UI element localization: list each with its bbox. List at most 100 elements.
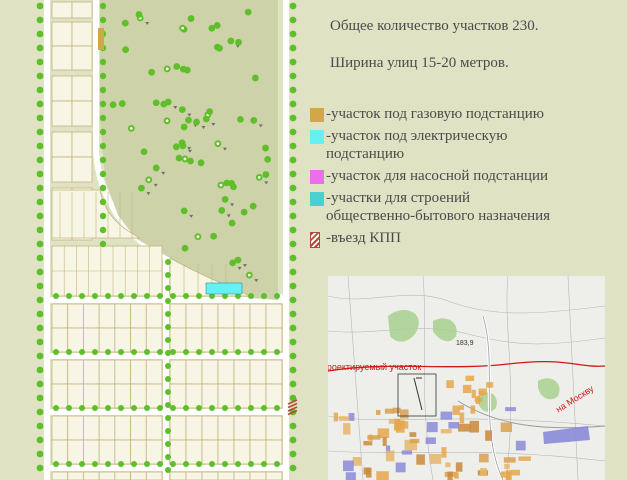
inset-building-block [485, 430, 493, 441]
tree [36, 170, 44, 178]
tree [131, 349, 137, 355]
forest-tree [175, 154, 183, 162]
plot [233, 383, 251, 409]
tree [196, 405, 202, 411]
plot [51, 415, 69, 441]
plot [114, 327, 131, 353]
inset-building-block [388, 418, 395, 424]
inset-building-block [343, 423, 351, 435]
tree [36, 324, 44, 332]
forest-tree-crown [181, 26, 184, 30]
tree [118, 293, 124, 299]
plot [130, 359, 147, 385]
plot [169, 303, 187, 329]
tree [165, 441, 171, 447]
tree [79, 349, 85, 355]
legend-item-pump-station: -участок для насосной подстанции [310, 167, 625, 185]
tree [261, 405, 267, 411]
plot [169, 359, 187, 385]
tree [196, 349, 202, 355]
inset-building-block [440, 411, 453, 420]
inset-building-block [462, 384, 472, 394]
plot [169, 439, 187, 465]
tree [289, 128, 297, 136]
forest-tree [214, 43, 221, 51]
tree [170, 461, 176, 467]
inset-building-block [458, 423, 471, 432]
plot [83, 303, 100, 329]
tree [36, 44, 44, 52]
tree [53, 461, 59, 467]
tree [289, 268, 297, 276]
legend-item-gas-substation: -участок под газовую подстанцию [310, 105, 625, 123]
tree [131, 461, 137, 467]
tree [183, 405, 189, 411]
checkpoint-hatched-swatch [310, 232, 320, 248]
plot [217, 303, 235, 329]
tree [289, 380, 297, 388]
forest-tree [152, 164, 160, 172]
tree [196, 461, 202, 467]
tree [183, 349, 189, 355]
plot [130, 439, 147, 465]
inset-building-block [399, 409, 409, 419]
plot [217, 471, 235, 480]
plot [217, 327, 235, 353]
forest-tree [180, 123, 188, 131]
plot [71, 75, 93, 102]
forest-tree [210, 232, 218, 240]
forest-tree [197, 159, 205, 167]
plot [265, 359, 283, 385]
plot [114, 303, 131, 329]
tree [165, 454, 171, 460]
tree [165, 428, 171, 434]
inset-building-block [486, 382, 494, 388]
total-plots-text: Общее количество участков 230. [330, 18, 539, 34]
inset-building-block [363, 467, 371, 475]
planned-site-label: проектируемый участок [328, 362, 422, 372]
tree [99, 100, 107, 108]
forest-tree [228, 219, 236, 227]
tree [289, 296, 297, 304]
tree [36, 464, 44, 472]
tree [53, 405, 59, 411]
inset-building-block [395, 462, 406, 473]
tree [165, 363, 171, 369]
plot [71, 100, 93, 127]
inset-building-block [505, 407, 516, 412]
tree [289, 170, 297, 178]
tree [66, 293, 72, 299]
inset-building-block [401, 450, 413, 455]
forest-tree [181, 244, 189, 252]
tree [261, 293, 267, 299]
plot [185, 383, 203, 409]
tree [289, 86, 297, 94]
plot [169, 327, 187, 353]
tree [36, 282, 44, 290]
plot [249, 471, 267, 480]
tree [92, 293, 98, 299]
tree [165, 311, 171, 317]
forest-tree [252, 74, 259, 82]
tree [289, 16, 297, 24]
inset-building-block [384, 408, 395, 414]
plot [145, 359, 163, 385]
plot [145, 415, 163, 441]
forest-tree [109, 101, 117, 109]
tree [165, 467, 171, 473]
forest-tree [187, 15, 195, 22]
plot [169, 383, 187, 409]
inset-building-block [416, 454, 425, 465]
tree [66, 405, 72, 411]
plot [98, 439, 116, 465]
inset-building-block [385, 450, 395, 462]
tree [36, 422, 44, 430]
plot [265, 439, 283, 465]
plot [201, 471, 219, 480]
forest-tree-crown [247, 273, 251, 277]
forest-tree [121, 19, 129, 27]
forest-tree [262, 144, 269, 152]
plot [145, 439, 163, 465]
tree [289, 2, 297, 10]
inset-building-block [448, 422, 459, 429]
